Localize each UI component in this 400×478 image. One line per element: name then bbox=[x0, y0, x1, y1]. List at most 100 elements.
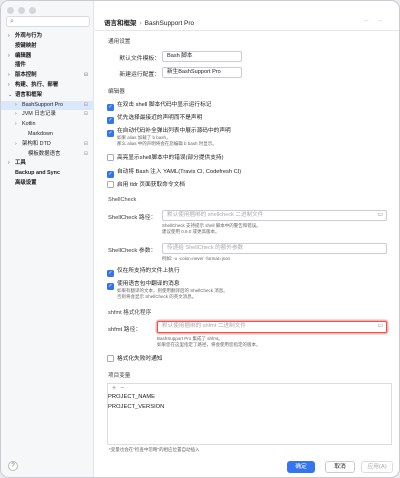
sidebar-item-template-languages[interactable]: 模板数据语言 ⊟ bbox=[1, 150, 94, 160]
chevron-right-icon[interactable]: › bbox=[8, 32, 10, 42]
chevron-right-icon[interactable]: › bbox=[8, 159, 10, 169]
section-project-vars-title: 项目变量 bbox=[108, 373, 131, 379]
chevron-right-icon[interactable]: › bbox=[15, 110, 17, 120]
editor-option-highlight-errors[interactable]: 高亮显示shell脚本中的错误(部分提供支持) bbox=[107, 152, 224, 161]
add-icon[interactable]: + bbox=[112, 385, 120, 392]
sidebar-item-editor[interactable]: › 编辑器 bbox=[1, 52, 94, 62]
checkbox-checked-icon[interactable]: ✓ bbox=[107, 269, 114, 277]
chevron-down-icon[interactable]: ⌄ bbox=[8, 91, 12, 101]
checkbox-checked-icon[interactable]: ✓ bbox=[107, 282, 114, 290]
sidebar-item-kotlin[interactable]: › Kotlin bbox=[1, 120, 94, 130]
close-window-button[interactable] bbox=[7, 7, 14, 14]
shellcheck-path-input[interactable]: 默认使用捆绑的 shellcheck 二进制文件 ▭ bbox=[162, 210, 387, 221]
sidebar-item-plugins[interactable]: 插件 bbox=[1, 61, 94, 71]
editor-option-run-markers[interactable]: ✓ 在双击 shell 脚本代码中显示运行标记 bbox=[107, 99, 211, 111]
settings-content: 语言和框架 › BashSupport Pro ←→ 通用设置 默认文件模板： Ba… bbox=[95, 1, 399, 477]
maximize-window-button[interactable] bbox=[29, 7, 36, 14]
project-scope-icon: ⊟ bbox=[83, 140, 88, 147]
checkbox-label: 高亮显示shell脚本中的错误(部分提供支持) bbox=[117, 155, 224, 161]
sidebar-item-label: Backup and Sync bbox=[15, 170, 60, 177]
section-editor-title: 编辑器 bbox=[108, 89, 125, 95]
cancel-button[interactable]: 取消 bbox=[325, 461, 355, 473]
chevron-right-icon[interactable]: › bbox=[8, 81, 10, 91]
shfmt-option-notify[interactable]: 格式化失败时通知 bbox=[107, 353, 163, 362]
sidebar-item-label: JVM 日志记录 bbox=[22, 111, 56, 118]
back-arrow-icon[interactable]: ← bbox=[363, 17, 376, 24]
section-shellcheck-title: ShellCheck bbox=[108, 197, 137, 203]
sidebar-item-label: Kotlin bbox=[22, 121, 36, 128]
breadcrumb-parent[interactable]: 语言和框架 bbox=[104, 20, 137, 27]
editor-option-prefer-nearest[interactable]: ✓ 优先选择最接近的声明而不是声明 bbox=[107, 112, 202, 124]
sidebar-item-label: 架构和 DTD bbox=[22, 140, 51, 147]
ok-button[interactable]: 确定 bbox=[287, 461, 315, 473]
checkbox-checked-icon[interactable]: ✓ bbox=[107, 170, 114, 178]
chevron-right-icon[interactable]: › bbox=[15, 101, 17, 111]
default-file-template-label: 默认文件模板： bbox=[119, 56, 160, 62]
folder-icon[interactable]: ▭ bbox=[377, 211, 383, 220]
project-vars-footnote: *变量也会在"检查中忽略"的相应位置自动插入 bbox=[109, 447, 200, 452]
chevron-right-icon[interactable]: › bbox=[15, 120, 17, 130]
navigation-arrows: ←→ bbox=[363, 17, 389, 24]
sidebar-item-jvm-logging[interactable]: › JVM 日志记录 ⊟ bbox=[1, 110, 94, 120]
project-scope-icon: ⊟ bbox=[83, 101, 88, 108]
apply-button[interactable]: 应用(A) bbox=[361, 461, 393, 473]
checkbox-checked-icon[interactable]: ✓ bbox=[107, 103, 114, 111]
header-divider bbox=[95, 30, 399, 31]
sidebar-item-keymap[interactable]: 按键映射 bbox=[1, 42, 94, 52]
sidebar-item-schemas[interactable]: › 架构和 DTD ⊟ bbox=[1, 140, 94, 150]
help-line: 如果您在这里指定了路径，将会使用您指定的版本。 bbox=[157, 342, 261, 347]
shfmt-help: BashSupport Pro 集成了 shfmt。 如果您在这里指定了路径，将会… bbox=[157, 336, 261, 348]
section-general-title: 通用设置 bbox=[108, 39, 131, 45]
remove-icon[interactable]: − bbox=[120, 385, 128, 392]
checkbox-unchecked-icon[interactable] bbox=[107, 180, 114, 188]
checkbox-checked-icon[interactable]: ✓ bbox=[107, 129, 114, 137]
help-line: 否则将会显示 ShellCheck 的英文消息。 bbox=[117, 294, 197, 299]
sidebar-item-label: 版本控制 bbox=[15, 72, 37, 79]
sidebar-item-languages[interactable]: ⌄ 语言和框架 bbox=[1, 91, 94, 101]
list-item[interactable]: PROJECT_VERSION bbox=[108, 404, 164, 410]
sidebar-item-label: 外观与行为 bbox=[15, 33, 42, 39]
section-shfmt-title: shfmt 格式化程序 bbox=[108, 310, 152, 316]
chevron-right-icon[interactable]: › bbox=[8, 71, 10, 81]
sidebar-item-label: 模板数据语言 bbox=[28, 150, 61, 157]
sidebar-item-label: 语言和框架 bbox=[15, 91, 42, 98]
help-button[interactable]: ? bbox=[8, 461, 18, 471]
sidebar-item-advanced[interactable]: 高级设置 bbox=[1, 179, 94, 189]
chevron-right-icon[interactable]: › bbox=[8, 52, 10, 62]
shellcheck-args-help: 例如: -x -color=never -format=json bbox=[162, 256, 231, 261]
shellcheck-option-supported-files[interactable]: ✓ 仅在所支持的文件上执行 bbox=[107, 265, 180, 277]
editor-option-yaml-injection[interactable]: ✓ 自动将 Bash 注入 YAML(Travis CI, Codefresh C… bbox=[107, 166, 241, 178]
new-run-config-label: 新建运行配置： bbox=[119, 72, 160, 78]
checkbox-checked-icon[interactable]: ✓ bbox=[107, 116, 114, 124]
shellcheck-args-input[interactable]: 传递给 ShellCheck 的额外参数 bbox=[162, 243, 387, 254]
shellcheck-translate-help: 如果有翻译的文本，则使用翻译后的 ShellCheck 消息。 否则将会显示 Sh… bbox=[117, 288, 228, 300]
checkbox-label: 优先选择最接近的声明而不是声明 bbox=[117, 115, 203, 121]
sidebar-item-vcs[interactable]: › 版本控制 ⊟ bbox=[1, 71, 94, 81]
settings-search-input[interactable]: ⌕ bbox=[6, 16, 90, 27]
checkbox-unchecked-icon[interactable] bbox=[107, 153, 114, 161]
sidebar-item-label: BashSupport Pro bbox=[22, 101, 64, 108]
editor-option-tldr[interactable]: 启用 tldr 页面获取命令文档 bbox=[107, 179, 185, 188]
search-icon: ⌕ bbox=[10, 18, 14, 25]
sidebar-item-build[interactable]: › 构建、执行、部署 bbox=[1, 81, 94, 91]
sidebar-item-appearance[interactable]: › 外观与行为 bbox=[1, 32, 94, 42]
checkbox-label: 在双击 shell 脚本代码中显示运行标记 bbox=[117, 102, 212, 108]
checkbox-unchecked-icon[interactable] bbox=[107, 354, 114, 362]
folder-icon[interactable]: ▭ bbox=[377, 322, 383, 331]
sidebar-item-label: 高级设置 bbox=[15, 179, 37, 186]
chevron-right-icon[interactable]: › bbox=[15, 140, 17, 150]
vars-toolbar: +− bbox=[112, 385, 128, 392]
help-line: 建议使用 0.9.0 或更高版本。 bbox=[162, 229, 220, 234]
default-file-template-select[interactable]: Bash 脚本 bbox=[162, 51, 242, 62]
new-run-config-select[interactable]: 新生BashSupport Pro bbox=[162, 67, 242, 78]
sidebar-item-bashsupport[interactable]: › BashSupport Pro ⊟ bbox=[1, 100, 94, 111]
shfmt-path-input[interactable]: 默认使用捆绑的 shfmt 二进制文件 ▭ bbox=[157, 321, 387, 333]
shellcheck-args-label: ShellCheck 参数： bbox=[108, 248, 157, 254]
sidebar-item-label: Markdown bbox=[28, 130, 53, 137]
sidebar-item-markdown[interactable]: Markdown bbox=[1, 130, 94, 140]
minimize-window-button[interactable] bbox=[18, 7, 25, 14]
forward-arrow-icon[interactable]: → bbox=[376, 17, 389, 24]
sidebar-item-backup-sync[interactable]: Backup and Sync bbox=[1, 169, 94, 179]
list-item[interactable]: PROJECT_NAME bbox=[108, 394, 155, 400]
sidebar-item-tools[interactable]: › 工具 bbox=[1, 159, 94, 169]
